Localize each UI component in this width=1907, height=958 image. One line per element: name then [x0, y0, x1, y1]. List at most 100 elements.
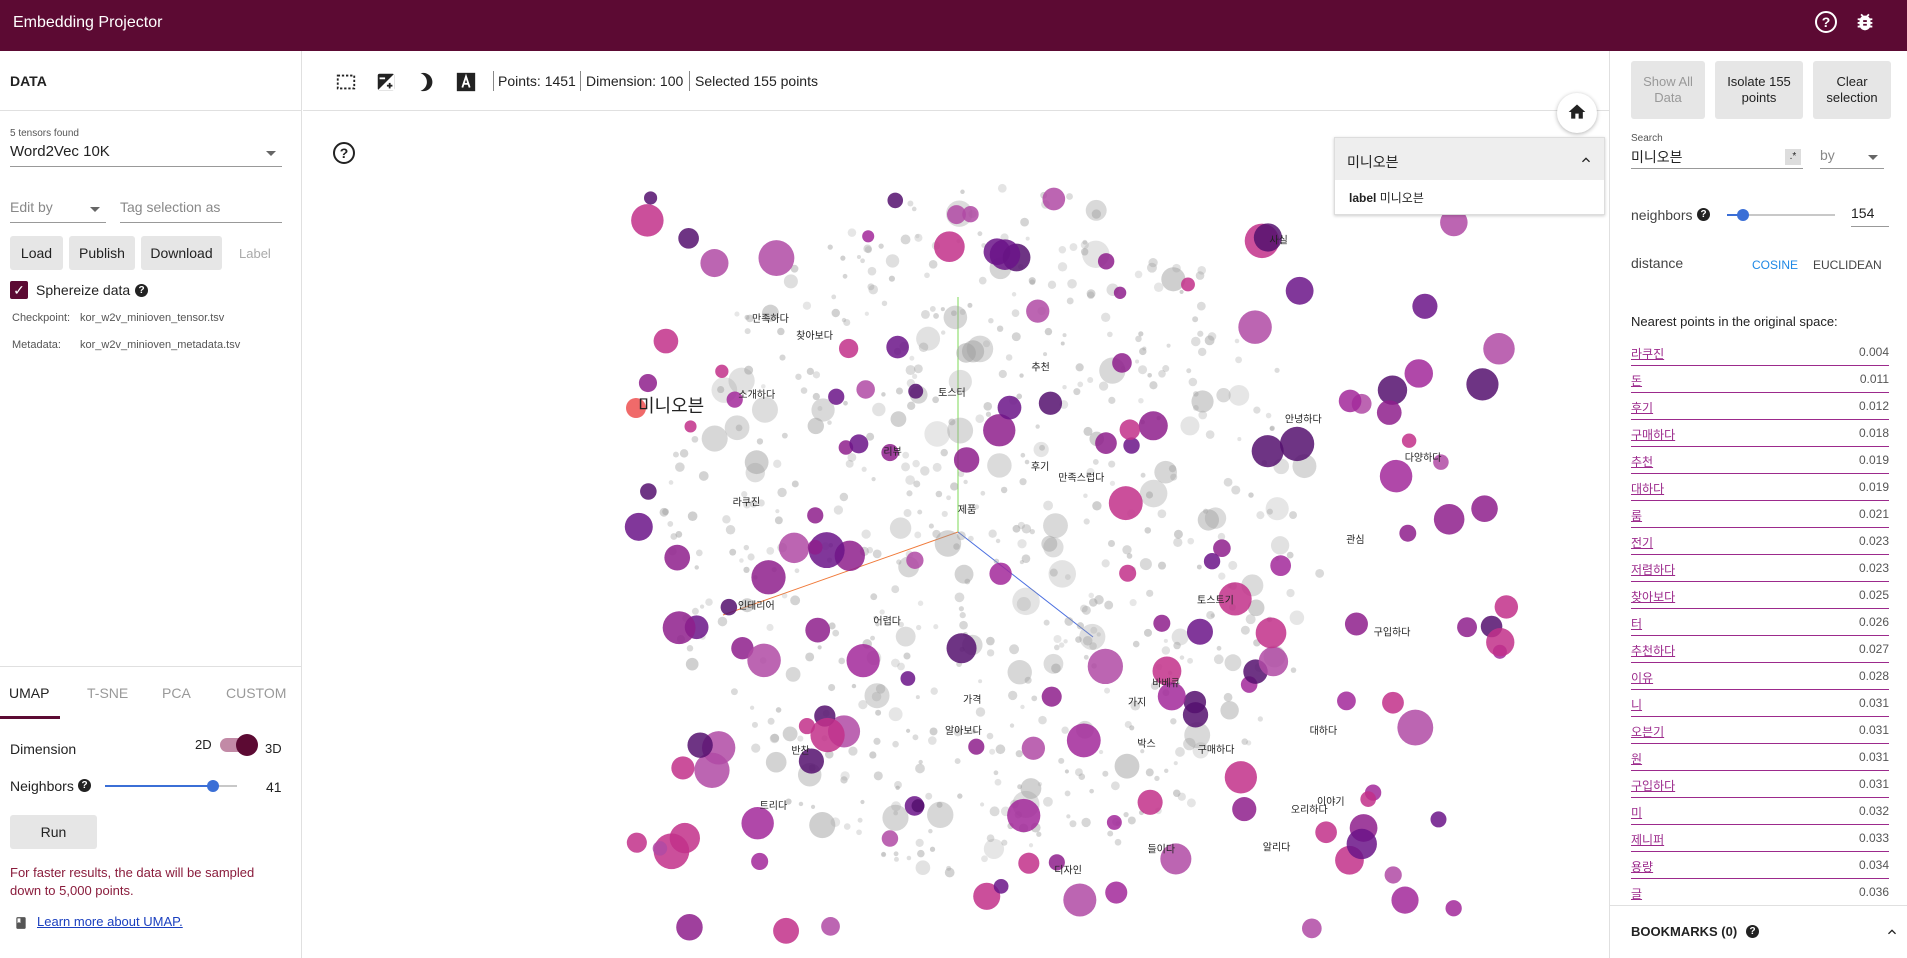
point-label[interactable]: 대하다 — [1310, 724, 1338, 737]
data-point[interactable] — [1082, 239, 1088, 245]
data-point[interactable] — [1220, 701, 1239, 720]
data-point[interactable] — [1009, 723, 1015, 728]
data-point[interactable] — [1132, 640, 1140, 648]
selected-point[interactable] — [1183, 690, 1207, 714]
data-point[interactable] — [851, 683, 857, 689]
data-point[interactable] — [864, 683, 890, 709]
data-point[interactable] — [1191, 336, 1201, 347]
data-point[interactable] — [838, 657, 846, 665]
data-point[interactable] — [1286, 551, 1294, 559]
selected-point[interactable] — [1181, 277, 1195, 292]
data-point[interactable] — [895, 626, 916, 647]
point-label[interactable]: 구입하다 — [1374, 626, 1411, 639]
selected-point[interactable] — [1338, 389, 1362, 413]
data-point[interactable] — [1043, 500, 1054, 511]
data-point[interactable] — [1153, 282, 1164, 292]
data-point[interactable] — [783, 274, 798, 289]
selected-point[interactable] — [676, 913, 703, 941]
data-point[interactable] — [1144, 527, 1152, 534]
selected-point[interactable] — [631, 204, 664, 237]
moon-icon[interactable] — [415, 71, 437, 93]
point-label[interactable]: 디자인 — [1054, 865, 1082, 877]
data-point[interactable] — [1075, 363, 1084, 372]
selected-point[interactable] — [747, 643, 781, 678]
selected-point[interactable] — [1063, 883, 1097, 917]
data-point[interactable] — [1245, 614, 1256, 625]
edit-by-select[interactable]: Edit by — [10, 199, 106, 223]
data-point[interactable] — [959, 612, 966, 619]
data-point[interactable] — [1043, 619, 1050, 626]
data-point[interactable] — [1138, 397, 1144, 404]
selected-point[interactable] — [1430, 811, 1447, 828]
nearest-point-label[interactable]: 제니퍼 — [1631, 831, 1664, 848]
data-point[interactable] — [906, 490, 913, 497]
selected-point[interactable] — [653, 328, 679, 354]
data-point[interactable] — [1047, 280, 1057, 290]
data-point[interactable] — [1043, 352, 1048, 357]
data-point[interactable] — [1142, 346, 1147, 351]
data-point[interactable] — [1038, 715, 1047, 725]
data-point[interactable] — [1218, 572, 1226, 580]
data-point[interactable] — [1020, 704, 1025, 710]
data-point[interactable] — [915, 838, 924, 847]
data-point[interactable] — [928, 828, 933, 834]
data-point[interactable] — [1187, 657, 1194, 664]
data-point[interactable] — [1078, 773, 1086, 780]
data-point[interactable] — [769, 733, 780, 744]
data-point[interactable] — [864, 311, 869, 316]
data-point[interactable] — [875, 709, 882, 716]
data-point[interactable] — [1154, 775, 1160, 782]
selected-point[interactable] — [664, 544, 691, 571]
selected-point[interactable] — [849, 434, 869, 454]
data-point[interactable] — [911, 206, 917, 212]
data-point[interactable] — [810, 804, 816, 809]
data-point[interactable] — [1217, 532, 1226, 541]
data-point[interactable] — [954, 564, 974, 584]
data-point[interactable] — [695, 549, 703, 557]
data-point[interactable] — [872, 402, 886, 417]
data-point[interactable] — [1005, 354, 1013, 361]
selected-point[interactable] — [1401, 433, 1417, 448]
selected-point[interactable] — [989, 239, 1021, 270]
nearest-point-label[interactable]: 돈 — [1631, 372, 1642, 389]
selected-point[interactable] — [968, 738, 985, 755]
slider-knob[interactable] — [1737, 209, 1749, 221]
nearest-point-row[interactable]: 미 0.032 — [1631, 798, 1889, 825]
data-point[interactable] — [777, 487, 787, 498]
selected-point[interactable] — [1399, 524, 1417, 542]
data-point[interactable] — [1146, 589, 1154, 597]
inspector-neighbors-slider[interactable] — [1727, 209, 1835, 221]
regex-icon[interactable]: .* — [1785, 149, 1801, 165]
point-label[interactable]: 만족하다 — [752, 312, 789, 325]
data-point[interactable] — [1064, 616, 1074, 626]
selected-point[interactable] — [946, 633, 977, 664]
data-point[interactable] — [744, 328, 751, 335]
nearest-point-row[interactable]: 구매하다 0.018 — [1631, 420, 1889, 447]
tensor-select[interactable]: Word2Vec 10K — [10, 143, 282, 167]
data-point[interactable] — [1289, 610, 1305, 626]
data-point[interactable] — [889, 517, 912, 539]
data-point[interactable] — [691, 435, 699, 443]
nearest-point-label[interactable]: 미 — [1631, 804, 1642, 821]
data-point[interactable] — [797, 735, 804, 742]
data-point[interactable] — [861, 529, 871, 539]
selected-point[interactable] — [838, 338, 859, 359]
data-point[interactable] — [659, 507, 669, 517]
data-point[interactable] — [1066, 193, 1073, 200]
selected-point[interactable] — [1360, 791, 1377, 807]
data-point[interactable] — [667, 521, 674, 527]
data-point[interactable] — [1080, 604, 1088, 613]
data-point[interactable] — [827, 244, 833, 250]
run-button[interactable]: Run — [10, 815, 97, 849]
selected-point[interactable] — [671, 756, 695, 780]
point-label[interactable]: 리뷰 — [883, 446, 901, 458]
data-point[interactable] — [1114, 838, 1122, 846]
data-point[interactable] — [987, 453, 1012, 478]
data-point[interactable] — [1149, 381, 1158, 390]
data-point[interactable] — [845, 459, 854, 468]
selected-point[interactable] — [900, 671, 916, 686]
data-point[interactable] — [872, 549, 882, 559]
help-icon[interactable]: ? — [333, 142, 355, 164]
data-point[interactable] — [867, 266, 877, 276]
selected-point[interactable] — [886, 335, 909, 359]
